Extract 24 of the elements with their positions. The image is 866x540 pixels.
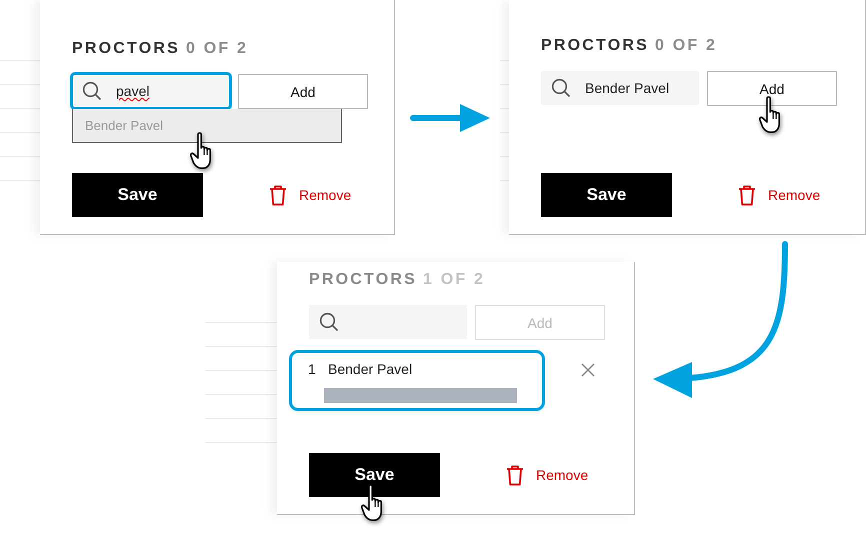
trash-icon	[269, 184, 287, 206]
trash-icon	[738, 184, 756, 206]
search-icon	[82, 81, 102, 101]
proctor-count: 0 OF 2	[654, 37, 718, 55]
section-heading: PROCTORS	[541, 37, 649, 55]
remove-button[interactable]: Remove	[269, 184, 352, 206]
remove-button[interactable]: Remove	[506, 464, 588, 486]
trash-icon	[506, 464, 524, 486]
proctor-count: 0 OF 2	[186, 40, 248, 58]
remove-button[interactable]: Remove	[738, 184, 820, 206]
save-button[interactable]: Save	[72, 173, 203, 217]
proctor-count: 1 OF 2	[422, 271, 486, 289]
add-button[interactable]: Add	[238, 74, 368, 109]
search-field[interactable]: Bender Pavel	[541, 71, 699, 105]
search-field[interactable]	[309, 305, 467, 339]
save-button[interactable]: Save	[541, 173, 672, 217]
section-heading: PROCTORS	[72, 40, 180, 58]
entry-number: 1	[308, 361, 317, 379]
search-field[interactable]: pavel	[72, 74, 230, 108]
proctor-name: Bender Pavel	[328, 361, 414, 379]
section-heading: PROCTORS	[309, 271, 417, 289]
close-icon[interactable]	[581, 363, 595, 377]
search-icon	[319, 312, 339, 332]
search-icon	[551, 78, 571, 98]
